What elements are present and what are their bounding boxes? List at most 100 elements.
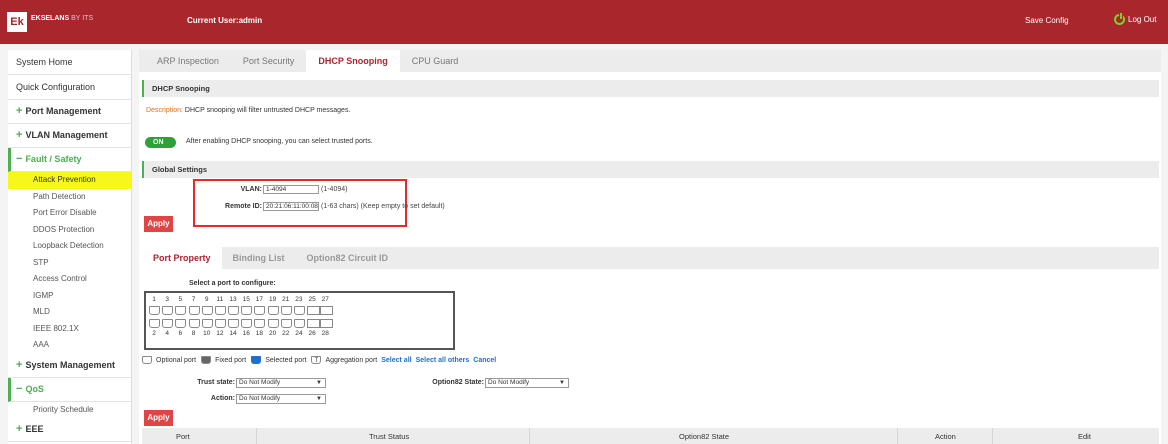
dhcp-snooping-section-title: DHCP Snooping [142,80,1159,97]
port-18[interactable] [254,319,266,328]
port-13[interactable] [228,306,240,315]
expand-icon: + [16,423,23,435]
port-6[interactable] [175,319,187,328]
port-25[interactable] [307,306,321,315]
sidebar-item-stp[interactable]: STP [8,255,131,272]
expand-icon: + [16,129,23,141]
port-1[interactable] [149,306,160,315]
sidebar-item-path-detection[interactable]: Path Detection [8,189,131,206]
top-header: Ek EKSELANS BY ITS Current User:admin Sa… [0,0,1168,44]
port-panel: 1 2 3 4 5 6 7 8 9 10 11 12 13 14 15 16 17 18 19 20 21 22 23 24 2… [144,291,455,350]
subtab-bar: Port Property Binding List Option82 Circ… [142,247,1159,269]
tab-dhcp-snooping[interactable]: DHCP Snooping [306,50,400,72]
tab-port-security[interactable]: Port Security [231,50,307,72]
logout-button[interactable]: Log Out [1114,12,1156,25]
sidebar: System Home Quick Configuration + Port Ma… [8,50,132,444]
port-4[interactable] [162,319,174,328]
sidebar-group-fault-safety[interactable]: − Fault / Safety [8,148,131,172]
sidebar-item-ddos-protection[interactable]: DDOS Protection [8,222,131,239]
power-icon [1114,12,1125,25]
trust-state-select[interactable]: Do Not Modify ▼ [236,378,326,388]
sidebar-item-quick-configuration[interactable]: Quick Configuration [8,75,131,100]
fixed-port-icon [201,356,212,364]
chevron-down-icon: ▼ [559,380,565,386]
port-20[interactable] [267,319,279,328]
tab-port-property[interactable]: Port Property [142,247,222,269]
sidebar-item-access-control[interactable]: Access Control [8,271,131,288]
port-number: 9 [204,296,209,303]
port-number: 13 [229,296,237,303]
tab-cpu-guard[interactable]: CPU Guard [400,50,471,72]
dhcp-snooping-toggle[interactable]: ON [145,137,176,148]
port-7[interactable] [188,306,200,315]
vlan-input[interactable]: 1-4094 [263,185,319,194]
current-user: Current User:admin [187,16,263,25]
port-26[interactable] [307,319,321,328]
save-config-button[interactable]: Save Config [1025,16,1069,25]
port-12[interactable] [214,319,226,328]
global-apply-button[interactable]: Apply [144,216,173,232]
port-28[interactable] [320,319,334,328]
option82-state-label: Option82 State: [432,379,484,386]
tab-arp-inspection[interactable]: ARP Inspection [145,50,231,72]
sidebar-group-vlan-management[interactable]: + VLAN Management [8,124,131,148]
port-number: 22 [282,330,290,337]
port-19[interactable] [267,306,279,315]
remote-id-input[interactable]: 20:21:06:11:00:08 [263,202,319,211]
port-table-header: Port Trust Status Option82 State Action … [142,428,1159,444]
collapse-icon: − [16,382,23,395]
option82-state-select[interactable]: Do Not Modify ▼ [485,378,569,388]
sidebar-item-igmp[interactable]: IGMP [8,288,131,305]
cancel-link[interactable]: Cancel [473,357,496,364]
port-number: 5 [178,296,183,303]
port-apply-button[interactable]: Apply [144,410,173,426]
sidebar-group-qos[interactable]: − QoS [8,377,131,402]
port-8[interactable] [188,319,200,328]
action-select[interactable]: Do Not Modify ▼ [236,394,326,404]
port-number: 18 [255,330,264,337]
tab-option82-circuit-id[interactable]: Option82 Circuit ID [296,247,400,269]
port-17[interactable] [254,306,266,315]
sidebar-item-port-error-disable[interactable]: Port Error Disable [8,205,131,222]
port-number: 11 [216,296,224,303]
port-22[interactable] [280,319,292,328]
sidebar-item-priority-schedule[interactable]: Priority Schedule [8,402,131,419]
port-24[interactable] [293,319,305,328]
port-5[interactable] [175,306,187,315]
select-all-link[interactable]: Select all [381,357,411,364]
chevron-down-icon: ▼ [316,380,322,386]
sidebar-item-system-home[interactable]: System Home [8,50,131,75]
collapse-icon: − [16,153,23,165]
chevron-down-icon: ▼ [316,396,322,402]
port-14[interactable] [228,319,240,328]
col-option82-state: Option82 State [679,432,730,441]
select-port-label: Select a port to configure: [189,280,276,287]
port-23[interactable] [293,306,305,315]
tab-binding-list[interactable]: Binding List [222,247,296,269]
port-3[interactable] [162,306,174,315]
sidebar-item-ieee-8021x[interactable]: IEEE 802.1X [8,321,131,338]
port-2[interactable] [149,319,160,328]
port-27[interactable] [320,306,334,315]
port-10[interactable] [201,319,213,328]
selected-port-icon [251,356,262,364]
port-21[interactable] [280,306,292,315]
sidebar-group-port-management[interactable]: + Port Management [8,100,131,124]
optional-port-icon [142,356,152,364]
sidebar-group-eee[interactable]: + EEE [8,418,131,442]
port-11[interactable] [214,306,226,315]
sidebar-group-system-management[interactable]: + System Management [8,354,131,378]
sidebar-item-mld[interactable]: MLD [8,304,131,321]
port-16[interactable] [241,319,253,328]
sidebar-item-aaa[interactable]: AAA [8,337,131,354]
sidebar-item-loopback-detection[interactable]: Loopback Detection [8,238,131,255]
port-9[interactable] [201,306,213,315]
sidebar-item-attack-prevention[interactable]: Attack Prevention [8,172,131,189]
port-number: 16 [242,330,250,337]
global-settings-section-title: Global Settings [142,161,1159,178]
port-15[interactable] [241,306,253,315]
remote-id-label: Remote ID: [225,203,262,210]
port-number: 15 [242,296,250,303]
select-all-others-link[interactable]: Select all others [416,357,470,364]
action-label: Action: [210,395,235,402]
